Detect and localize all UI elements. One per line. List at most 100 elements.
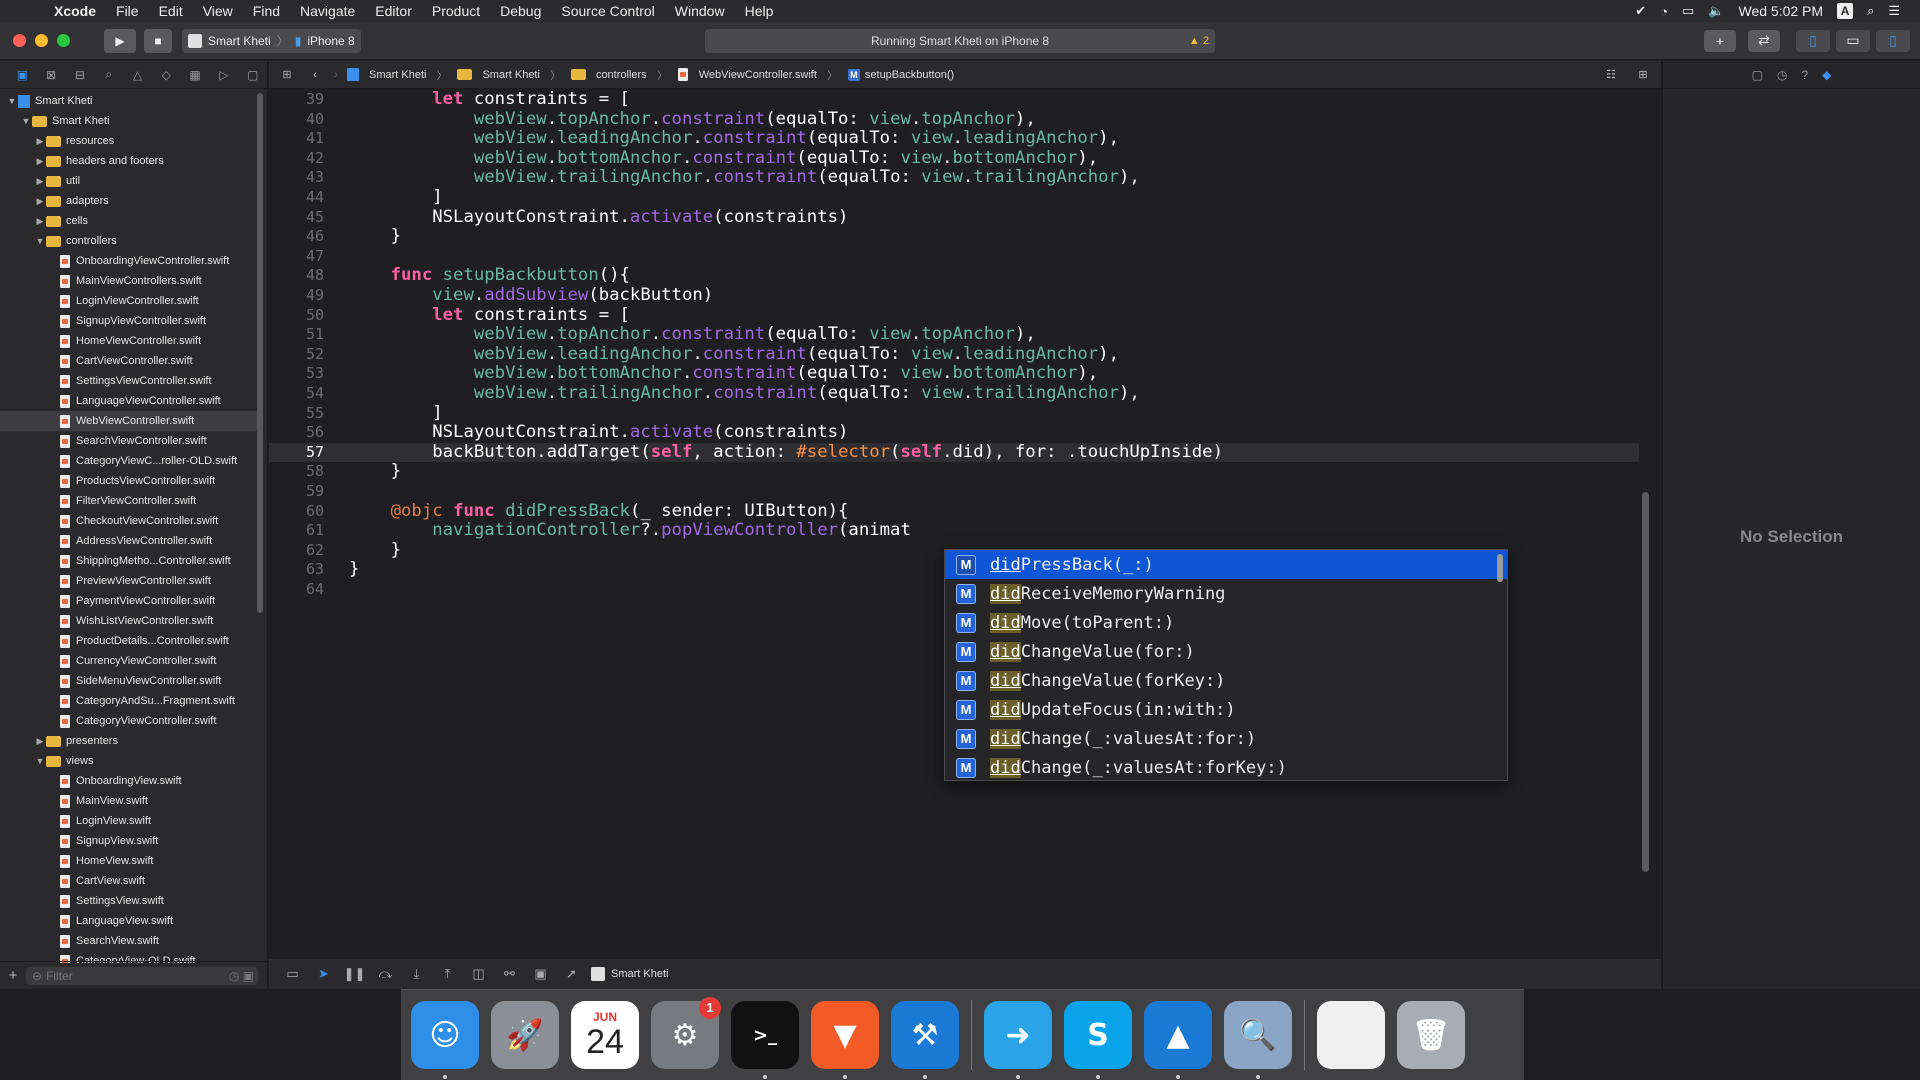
filter-input[interactable]: ⊖ Filter ◷ ▣ [26,966,258,985]
file-tree-item[interactable]: CheckoutViewController.swift [0,511,258,531]
back-arrow-icon[interactable]: ‹ [305,69,325,81]
file-tree-item[interactable]: ProductsViewController.swift [0,471,258,491]
completion-item[interactable]: Mdid Change(_:valuesAt:for:) [945,724,1507,753]
recent-files-icon[interactable]: ◷ ▣ [229,969,254,983]
close-window-button[interactable] [13,34,26,47]
folder-tree-item[interactable]: ▶ presenters [0,731,258,751]
add-file-icon[interactable]: + [0,967,26,984]
file-tree-item[interactable]: CurrencyViewController.swift [0,651,258,671]
breadcrumb-item[interactable]: WebViewController.swift [677,68,817,81]
file-tree-item[interactable]: SignupView.swift [0,831,258,851]
hide-debug-area-icon[interactable]: ▭ [277,966,308,982]
code-review-button[interactable]: ⇄ [1748,29,1780,52]
folder-tree-item[interactable]: ▼ controllers [0,231,258,251]
menu-window[interactable]: Window [665,3,735,19]
step-out-icon[interactable]: ⤒ [432,966,463,982]
attributes-inspector-icon[interactable]: ◆ [1822,68,1831,82]
file-tree-item[interactable]: ShippingMetho...Controller.swift [0,551,258,571]
related-items-icon[interactable]: ⊞ [269,68,305,81]
code-line[interactable]: } [349,540,401,561]
folder-tree-item[interactable]: ▼ Smart Kheti [0,91,258,111]
code-line[interactable]: webView.leadingAnchor.constraint(equalTo… [349,128,1119,149]
dock-terminal-icon[interactable]: >_ [731,1001,799,1079]
dock-skype-icon[interactable]: S [1064,1001,1132,1079]
file-tree-item[interactable]: HomeViewController.swift [0,331,258,351]
code-line[interactable]: NSLayoutConstraint.activate(constraints) [349,207,848,228]
menu-edit[interactable]: Edit [149,3,193,19]
code-line[interactable]: @objc func didPressBack(_ sender: UIButt… [349,501,849,522]
file-tree-item[interactable]: LoginViewController.swift [0,291,258,311]
folder-tree-item[interactable]: ▶ resources [0,131,258,151]
file-tree-item[interactable]: CategoryViewController.swift [0,711,258,731]
navigator-scrollbar[interactable] [257,93,263,613]
notification-center-icon[interactable]: ☰ [1888,3,1900,19]
dock-system-preferences-icon[interactable]: ⚙ 1 [651,997,721,1069]
file-tree-item[interactable]: CartView.swift [0,871,258,891]
code-line[interactable]: backButton.addTarget(self, action: #sele… [349,442,1223,463]
code-line[interactable]: webView.trailingAnchor.constraint(equalT… [349,168,1140,188]
disclosure-open-icon[interactable]: ▼ [34,236,46,246]
file-tree-item[interactable]: ProductDetails...Controller.swift [0,631,258,651]
code-line[interactable]: navigationController?.popViewController(… [349,520,911,541]
issue-warning-icon[interactable]: △ [123,68,152,82]
view-hierarchy-icon[interactable]: ◫ [463,966,494,982]
completion-item[interactable]: Mdid Change(_:valuesAt:forKey:) [945,753,1507,782]
scheme-selector[interactable]: Smart Kheti 〉 ▮ iPhone 8 [182,28,361,53]
memory-graph-icon[interactable]: ⚯ [494,966,525,982]
dock-calendar-icon[interactable]: JUN 24 [571,1001,639,1069]
dock-brave-icon[interactable]: ▼ [811,1001,879,1079]
menu-product[interactable]: Product [422,3,490,19]
breadcrumb-item[interactable]: MsetupBackbutton() [847,68,954,81]
debug-icon[interactable]: ▦ [181,68,210,82]
file-tree-item[interactable]: SignupViewController.swift [0,311,258,331]
folder-tree-item[interactable]: ▼ Smart Kheti [0,111,258,131]
code-line[interactable]: webView.topAnchor.constraint(equalTo: vi… [349,109,1036,130]
disclosure-closed-icon[interactable]: ▶ [34,736,46,747]
toggle-inspector-button[interactable]: ▯ [1876,29,1910,52]
disclosure-closed-icon[interactable]: ▶ [34,216,46,227]
breadcrumb-item[interactable]: Smart Kheti [457,69,540,81]
disclosure-closed-icon[interactable]: ▶ [34,156,46,167]
folder-tree-item[interactable]: ▶ headers and footers [0,151,258,171]
completion-item[interactable]: Mdid PressBack(_:) [945,550,1507,579]
breadcrumb-item[interactable]: Smart Kheti [347,68,426,81]
breakpoint-icon[interactable]: ▷ [209,68,238,82]
debug-target[interactable]: Smart Kheti [591,967,668,981]
folder-tree-item[interactable]: ▼ views [0,751,258,771]
code-line[interactable]: webView.topAnchor.constraint(equalTo: vi… [349,324,1036,345]
menu-navigate[interactable]: Navigate [290,3,365,19]
code-line[interactable]: } [349,462,401,482]
completion-item[interactable]: Mdid ChangeValue(for:) [945,637,1507,666]
menu-find[interactable]: Find [243,3,290,19]
file-tree-item[interactable]: SearchViewController.swift [0,431,258,451]
test-diamond-icon[interactable]: ◇ [152,68,181,82]
dock-finder-icon[interactable]: ☺ [411,1001,479,1079]
file-tree-item[interactable]: PaymentViewController.swift [0,591,258,611]
simulate-location-icon[interactable]: ➚ [556,966,587,982]
code-line[interactable]: webView.bottomAnchor.constraint(equalTo:… [349,364,1098,384]
file-tree-item[interactable]: HomeView.swift [0,851,258,871]
file-tree-item[interactable]: OnboardingViewController.swift [0,251,258,271]
menu-xcode[interactable]: Xcode [44,3,106,19]
folder-tree-item[interactable]: ▶ util [0,171,258,191]
run-button[interactable]: ▶ [104,28,136,53]
file-tree-item[interactable]: LoginView.swift [0,811,258,831]
file-tree-item[interactable]: WebViewController.swift [0,411,258,431]
folder-tree-item[interactable]: ▶ cells [0,211,258,231]
dock-xcode-icon[interactable]: ⚒ [891,1001,959,1079]
menu-view[interactable]: View [193,3,243,19]
file-tree-item[interactable]: SettingsView.swift [0,891,258,911]
step-over-icon[interactable]: ⤼ [370,966,401,982]
file-tree-item[interactable]: LanguageView.swift [0,911,258,931]
disclosure-closed-icon[interactable]: ▶ [34,196,46,207]
toggle-debug-area-button[interactable]: ▭ [1836,29,1870,52]
forward-arrow-icon[interactable]: › [325,69,347,81]
menu-debug[interactable]: Debug [490,3,551,19]
completion-item[interactable]: Mdid UpdateFocus(in:with:) [945,695,1507,724]
source-editor[interactable]: 39 40 41 42 43 44 45 46 47 48 49 50 51 52 53 54 55 56 57 58… [269,90,1661,958]
file-tree-item[interactable]: PreviewViewController.swift [0,571,258,591]
clock[interactable]: Wed 5:02 PM [1739,3,1824,19]
toggle-navigator-button[interactable]: ▯ [1796,29,1830,52]
stop-button[interactable]: ■ [144,28,172,53]
code-line[interactable]: webView.trailingAnchor.constraint(equalT… [349,383,1140,404]
